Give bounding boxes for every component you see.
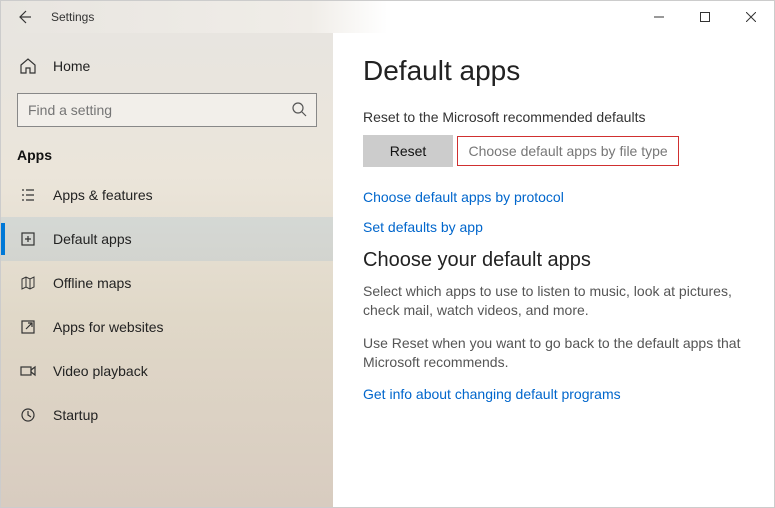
window-controls [636,1,774,33]
choose-heading: Choose your default apps [363,249,744,272]
home-label: Home [53,58,90,74]
close-button[interactable] [728,1,774,33]
choose-para-1: Select which apps to use to listen to mu… [363,282,744,320]
nav-offline-maps[interactable]: Offline maps [1,261,333,305]
video-icon [19,363,37,379]
sidebar-section-heading: Apps [1,141,333,173]
close-icon [746,12,756,22]
window-title: Settings [51,10,94,24]
default-apps-icon [19,231,37,247]
map-icon [19,275,37,291]
link-set-by-app[interactable]: Set defaults by app [363,219,744,235]
maximize-icon [700,12,710,22]
titlebar: Settings [1,1,774,33]
startup-icon [19,407,37,423]
search-icon [291,101,307,117]
reset-button[interactable]: Reset [363,135,453,167]
nav-video-playback[interactable]: Video playback [1,349,333,393]
home-nav[interactable]: Home [1,45,333,87]
minimize-button[interactable] [636,1,682,33]
list-icon [19,187,37,203]
nav-label: Offline maps [53,275,131,291]
nav-label: Default apps [53,231,132,247]
arrow-left-icon [16,9,32,25]
nav-label: Video playback [53,363,148,379]
maximize-button[interactable] [682,1,728,33]
open-with-icon [19,319,37,335]
back-button[interactable] [1,1,47,33]
nav-startup[interactable]: Startup [1,393,333,437]
link-choose-by-protocol[interactable]: Choose default apps by protocol [363,189,744,205]
page-title: Default apps [363,55,744,87]
nav-default-apps[interactable]: Default apps [1,217,333,261]
nav-label: Apps for websites [53,319,164,335]
home-icon [19,57,37,75]
choose-para-2: Use Reset when you want to go back to th… [363,334,744,372]
main-panel: Default apps Reset to the Microsoft reco… [333,33,774,507]
sidebar: Home Apps Apps & features Default apps O… [1,33,333,507]
nav-apps-websites[interactable]: Apps for websites [1,305,333,349]
reset-intro: Reset to the Microsoft recommended defau… [363,109,744,125]
link-learn-more[interactable]: Get info about changing default programs [363,386,744,402]
nav-list: Apps & features Default apps Offline map… [1,173,333,437]
link-choose-by-filetype[interactable]: Choose default apps by file type [457,136,678,166]
search-wrap [17,93,317,127]
nav-apps-features[interactable]: Apps & features [1,173,333,217]
minimize-icon [654,12,664,22]
search-input[interactable] [17,93,317,127]
nav-label: Startup [53,407,98,423]
nav-label: Apps & features [53,187,153,203]
